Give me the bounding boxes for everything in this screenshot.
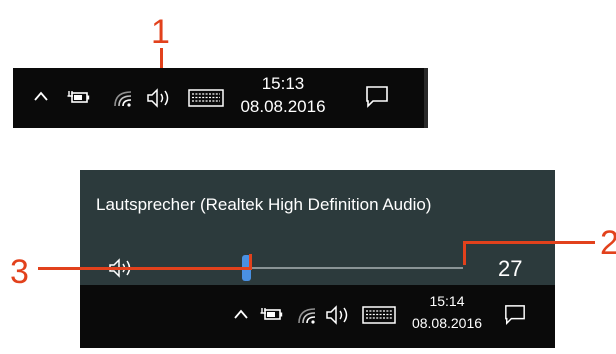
taskbar-edge bbox=[424, 68, 428, 128]
taskbar-top: 15:13 08.08.2016 bbox=[13, 68, 428, 128]
wifi-icon[interactable] bbox=[113, 88, 135, 108]
clock-date: 08.08.2016 bbox=[240, 97, 326, 117]
clock-time: 15:14 bbox=[429, 293, 465, 309]
callout-2-leader bbox=[463, 241, 595, 244]
clock-time: 15:13 bbox=[261, 74, 305, 93]
speaker-icon[interactable] bbox=[325, 305, 353, 325]
callout-3-leader bbox=[38, 267, 252, 270]
notification-icon[interactable] bbox=[504, 304, 526, 326]
taskbar-clock[interactable]: 15:13 08.08.2016 bbox=[238, 74, 328, 118]
keyboard-icon[interactable] bbox=[188, 88, 224, 108]
callout-3-leader bbox=[249, 254, 252, 270]
keyboard-icon[interactable] bbox=[362, 305, 396, 325]
chevron-up-icon[interactable] bbox=[33, 90, 49, 102]
taskbar-clock[interactable]: 15:14 08.08.2016 bbox=[402, 293, 492, 332]
audio-device-name[interactable]: Lautsprecher (Realtek High Definition Au… bbox=[96, 195, 431, 215]
speaker-icon[interactable] bbox=[146, 88, 174, 108]
callout-2-number: 2 bbox=[600, 224, 616, 262]
notification-icon[interactable] bbox=[365, 85, 389, 109]
callout-1-number: 1 bbox=[151, 13, 170, 51]
taskbar-bottom: 15:14 08.08.2016 bbox=[80, 285, 555, 348]
volume-value: 27 bbox=[498, 256, 523, 281]
chevron-up-icon[interactable] bbox=[233, 308, 249, 320]
battery-icon[interactable] bbox=[67, 88, 91, 106]
callout-2-leader bbox=[463, 241, 466, 265]
wifi-icon[interactable] bbox=[297, 305, 319, 325]
callout-3-number: 3 bbox=[10, 253, 29, 291]
clock-date: 08.08.2016 bbox=[411, 314, 483, 331]
battery-icon[interactable] bbox=[260, 305, 284, 323]
